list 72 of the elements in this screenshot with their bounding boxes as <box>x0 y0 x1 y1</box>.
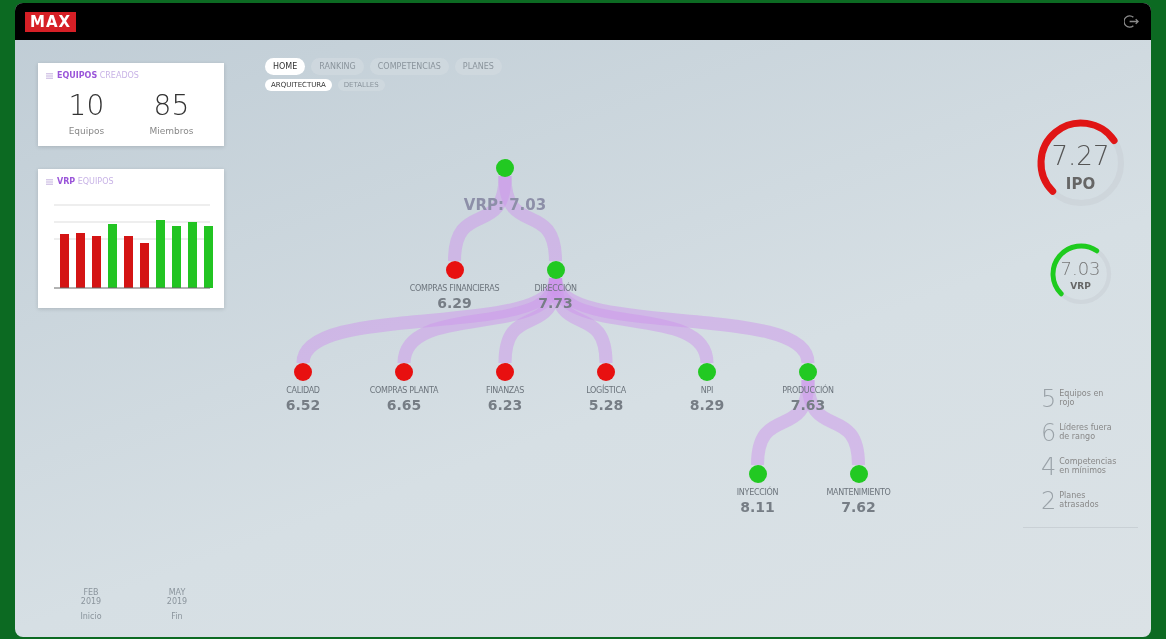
node-name: INYECCIÓN <box>735 488 780 497</box>
nav-tab[interactable]: RANKING <box>311 58 364 75</box>
chart-bar <box>92 236 101 288</box>
date-label: Fin <box>171 612 183 621</box>
node-score: 6.23 <box>486 397 524 413</box>
node-score: 7.73 <box>537 295 574 311</box>
summary-count: 4 <box>1041 455 1057 479</box>
logo: MAX <box>25 11 77 32</box>
card-title: VRP EQUIPOS <box>57 177 114 186</box>
node-name: DIRECCIÓN <box>533 284 578 293</box>
node-name: CALIDAD <box>285 386 321 395</box>
status-dot[interactable] <box>496 363 514 381</box>
stat-value: 85 <box>153 92 190 120</box>
node-score: 8.29 <box>688 397 726 413</box>
node-score: 5.28 <box>587 397 625 413</box>
stat-label: Equipos <box>68 126 105 136</box>
node-name: MANTENIMIENTO <box>825 488 892 497</box>
summary-label: Competencias en mínimos <box>1059 458 1118 476</box>
chart-bar <box>124 236 133 288</box>
chart-bar <box>108 224 117 288</box>
chart-bar <box>188 222 197 288</box>
node-score: 7.62 <box>840 499 877 515</box>
chart-bar <box>204 226 213 288</box>
nav-tab[interactable]: PLANES <box>454 58 502 75</box>
stat-value: 10 <box>68 92 105 120</box>
status-dot[interactable] <box>395 363 413 381</box>
node-name: COMPRAS FINANCIERAS <box>408 284 501 293</box>
gauge-label: IPO <box>1065 175 1096 193</box>
node-score: 6.29 <box>436 295 473 311</box>
list-icon <box>46 72 53 79</box>
node-name: COMPRAS PLANTA <box>368 386 440 395</box>
gauge-value: 7.03 <box>1060 258 1101 279</box>
chart-bar <box>76 233 85 288</box>
status-dot[interactable] <box>445 261 464 279</box>
status-dot[interactable] <box>849 465 868 483</box>
nav-tab[interactable]: HOME <box>265 58 306 75</box>
summary-count: 6 <box>1041 421 1057 445</box>
node-score: 7.63 <box>789 397 827 413</box>
status-dot[interactable] <box>698 363 716 381</box>
logout-icon[interactable] <box>1124 14 1139 29</box>
node-score: 6.52 <box>284 397 322 413</box>
summary-count: 5 <box>1041 387 1057 411</box>
status-dot[interactable] <box>496 159 514 177</box>
date-text: FEB 2019 <box>79 587 103 607</box>
date-label: Inicio <box>80 612 102 621</box>
chart-bar <box>172 226 181 288</box>
nav-tab[interactable]: COMPETENCIAS <box>369 58 449 75</box>
chart-bar <box>140 243 149 288</box>
status-dot[interactable] <box>546 261 565 279</box>
node-score: 6.65 <box>385 397 423 413</box>
chart-bar <box>60 234 69 288</box>
node-name: FINANZAS <box>484 386 525 395</box>
node-name: PRODUCCIÓN <box>781 386 835 395</box>
node-name: NPI <box>699 386 715 395</box>
gauge-value: 7.27 <box>1051 141 1110 171</box>
date-text: MAY 2019 <box>165 587 189 607</box>
summary-label: Planes atrasados <box>1059 492 1100 510</box>
status-dot[interactable] <box>748 465 767 483</box>
root-score: VRP: 7.03 <box>462 196 548 214</box>
summary-count: 2 <box>1041 489 1057 513</box>
chart-bar <box>156 220 165 288</box>
summary-label: Equipos en rojo <box>1059 390 1105 408</box>
status-dot[interactable] <box>597 363 615 381</box>
node-name: LOGÍSTICA <box>585 386 627 395</box>
card-title: EQUIPOS CREADOS <box>57 71 139 80</box>
summary-label: Líderes fuera de rango <box>1059 424 1113 442</box>
status-dot[interactable] <box>294 363 312 381</box>
gauge-label: VRP <box>1070 281 1091 291</box>
node-score: 8.11 <box>739 499 776 515</box>
list-icon <box>46 178 53 185</box>
status-dot[interactable] <box>799 363 817 381</box>
stat-label: Miembros <box>149 126 194 136</box>
